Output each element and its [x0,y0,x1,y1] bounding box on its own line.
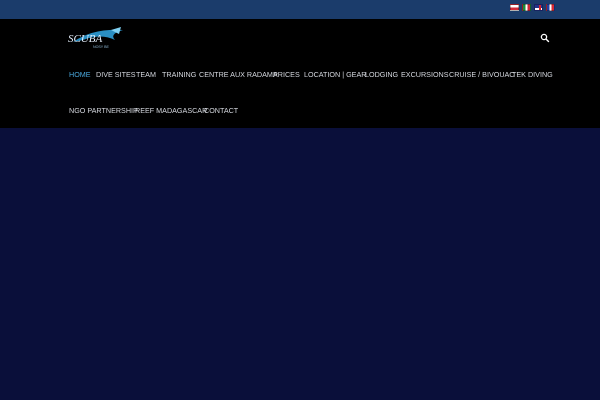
nav-item-centre-aux-radama[interactable]: CENTRE AUX RADAMA [199,70,278,79]
language-switcher [510,4,555,11]
nav-item-location-gear[interactable]: LOCATION | GEAR [304,70,366,79]
site-header: SCUBA NOSY BE HOME DIVE SITES TEAM TRAIN… [0,19,600,128]
flag-fr-icon[interactable] [546,4,555,11]
top-bar [0,0,600,19]
nav-item-reef-madagascar[interactable]: REEF MADAGASCAR [135,106,207,115]
nav-item-excursions[interactable]: EXCURSIONS [401,70,449,79]
svg-text:NOSY BE: NOSY BE [93,45,110,49]
nav-item-lodging[interactable]: LODGING [365,70,398,79]
flag-uk-icon[interactable] [534,4,543,11]
nav-item-contact[interactable]: CONTACT [204,106,238,115]
scuba-logo[interactable]: SCUBA NOSY BE [53,26,127,50]
nav-item-ngo-partnership[interactable]: NGO PARTNERSHIP [69,106,138,115]
flag-pl-icon[interactable] [510,4,519,11]
nav-item-home[interactable]: HOME [69,70,91,79]
nav-item-dive-sites[interactable]: DIVE SITES [96,70,136,79]
svg-text:SCUBA: SCUBA [68,33,103,45]
nav-item-tek-diving[interactable]: TEK DIVING [512,70,553,79]
nav-item-team[interactable]: TEAM [136,70,156,79]
flag-it-icon[interactable] [522,4,531,11]
search-icon[interactable] [540,33,550,43]
nav-item-training[interactable]: TRAINING [162,70,196,79]
nav-item-cruise-bivouac[interactable]: CRUISE / BIVOUAC [449,70,515,79]
nav-item-prices[interactable]: PRICES [273,70,300,79]
hero-area [0,128,600,400]
